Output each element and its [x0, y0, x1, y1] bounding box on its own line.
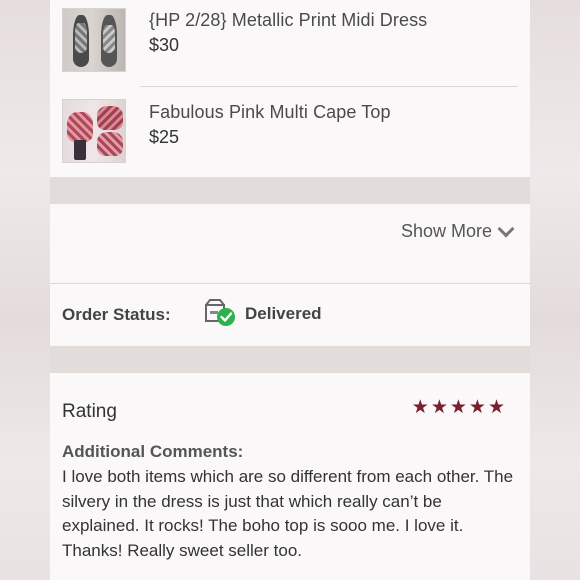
section-separator: [50, 346, 530, 373]
show-more-label: Show More: [400, 221, 492, 241]
chevron-down-icon: [497, 220, 515, 237]
delivered-box-icon: [205, 299, 235, 326]
show-more-row: Show More: [50, 204, 530, 282]
order-details-panel: {HP 2/28} Metallic Print Midi Dress $30 …: [50, 0, 530, 580]
item-thumbnail[interactable]: [62, 99, 126, 163]
rating-stars: ★ ★ ★ ★ ★: [412, 398, 505, 417]
order-item[interactable]: Fabulous Pink Multi Cape Top $25: [50, 87, 530, 177]
star-icon: ★: [411, 397, 429, 418]
rating-section: Rating ★ ★ ★ ★ ★ Additional Comments: I …: [50, 373, 530, 580]
item-price: $25: [149, 127, 180, 147]
blurred-background-right: [528, 0, 580, 580]
star-icon: ★: [449, 397, 467, 418]
additional-comments-label: Additional Comments:: [62, 442, 244, 461]
star-icon: ★: [487, 397, 505, 418]
star-icon: ★: [430, 397, 448, 418]
show-more-button[interactable]: Show More: [400, 220, 515, 242]
order-status-label: Order Status:: [62, 305, 171, 324]
item-thumbnail[interactable]: [62, 8, 126, 72]
item-price: $30: [149, 35, 180, 55]
item-title[interactable]: Fabulous Pink Multi Cape Top: [149, 102, 391, 123]
item-title[interactable]: {HP 2/28} Metallic Print Midi Dress: [149, 10, 427, 31]
blurred-background-left: [0, 0, 50, 580]
additional-comments-text: I love both items which are so different…: [62, 467, 514, 560]
section-separator: [50, 177, 530, 204]
rating-title: Rating: [62, 401, 117, 422]
star-icon: ★: [468, 397, 486, 418]
order-status-value: Delivered: [245, 304, 322, 323]
order-status-row: Order Status: Delivered: [50, 283, 530, 345]
order-item[interactable]: {HP 2/28} Metallic Print Midi Dress $30: [50, 0, 530, 90]
